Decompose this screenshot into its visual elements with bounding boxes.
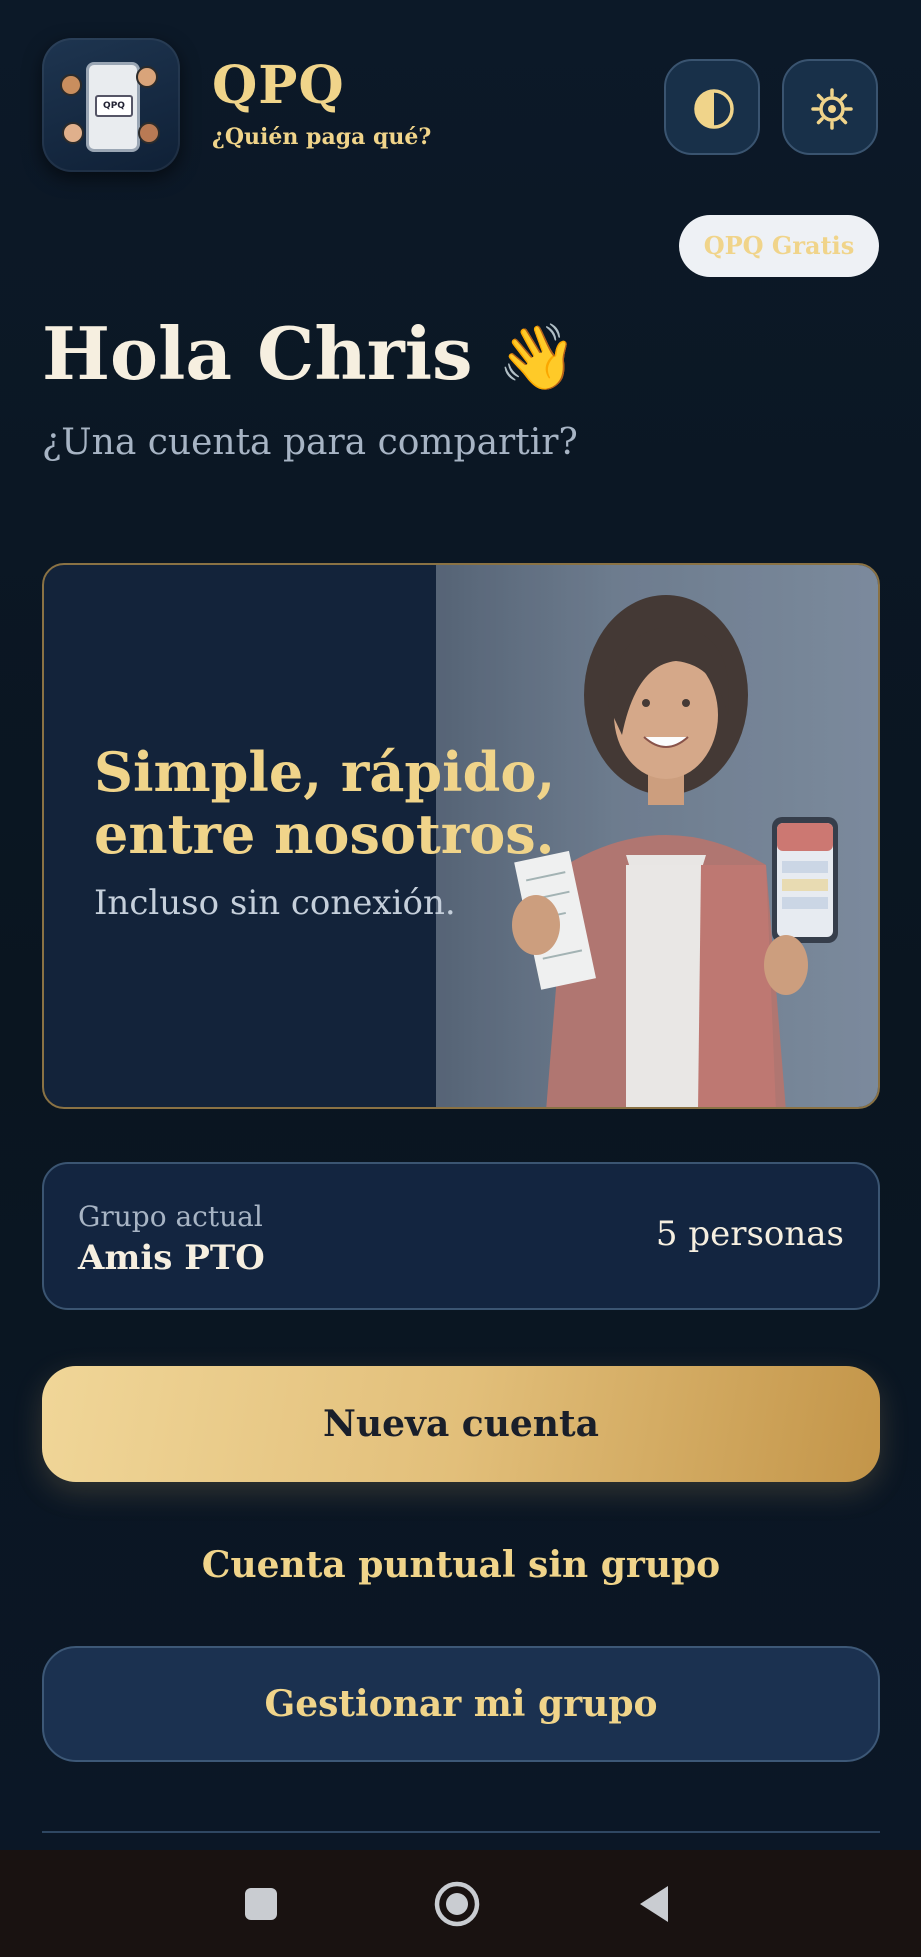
app-tagline: ¿Quién paga qué? [212, 124, 432, 150]
one-time-bill-button[interactable]: Cuenta puntual sin grupo [42, 1530, 880, 1600]
hero-banner: Simple, rápido, entre nosotros. Incluso … [42, 563, 880, 1109]
system-navigation-bar [0, 1850, 921, 1957]
gear-icon [811, 88, 853, 130]
back-button[interactable] [622, 1872, 686, 1936]
circle-icon [434, 1881, 480, 1927]
waving-hand-icon: 👋 [497, 321, 578, 395]
current-group-label: Grupo actual [78, 1200, 263, 1233]
hero-subtitle: Incluso sin conexión. [94, 883, 456, 923]
greeting-text: Hola Chris [42, 311, 473, 396]
square-icon [245, 1888, 277, 1920]
home-button[interactable] [425, 1872, 489, 1936]
app-logo-text: QPQ [95, 95, 133, 117]
section-divider [42, 1831, 880, 1833]
recents-button[interactable] [229, 1872, 293, 1936]
new-bill-button[interactable]: Nueva cuenta [42, 1366, 880, 1482]
hero-title: Simple, rápido, entre nosotros. [94, 740, 556, 866]
plan-badge[interactable]: QPQ Gratis [679, 215, 879, 277]
group-member-count: 5 personas [655, 1214, 844, 1254]
current-group-card[interactable]: Grupo actual Amis PTO 5 personas [42, 1162, 880, 1310]
theme-toggle-button[interactable] [664, 59, 760, 155]
greeting-subtitle: ¿Una cuenta para compartir? [42, 422, 578, 463]
greeting-title: Hola Chris 👋 [42, 312, 577, 400]
contrast-icon [694, 89, 734, 129]
triangle-back-icon [640, 1886, 668, 1922]
app-logo-icon: QPQ [42, 38, 180, 172]
manage-group-button[interactable]: Gestionar mi grupo [42, 1646, 880, 1762]
app-title: QPQ [212, 55, 345, 116]
home-screen: QPQ QPQ ¿Quién paga qué? QPQ Gratis Hola… [0, 0, 921, 1850]
current-group-name: Amis PTO [78, 1238, 265, 1278]
settings-button[interactable] [782, 59, 878, 155]
